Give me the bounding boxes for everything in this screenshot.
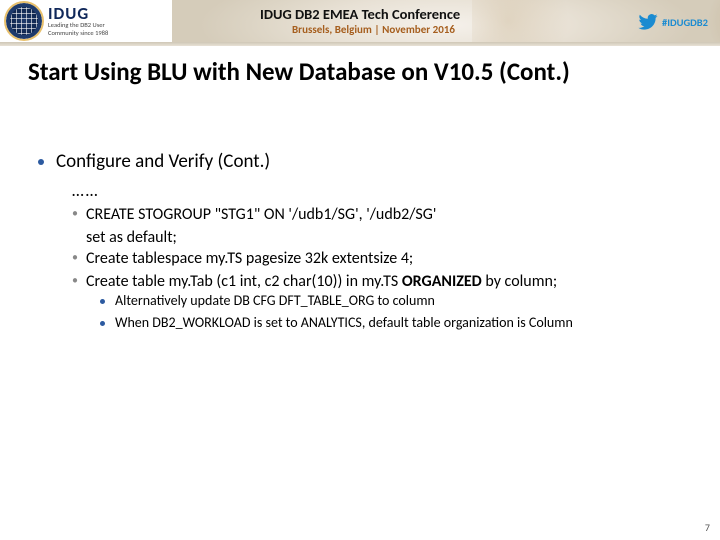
bullet-l1: Configure and Verify (Cont.) <box>38 150 270 173</box>
l2-list: • CREATE STOGROUP "STG1" ON '/udb1/SG', … <box>72 204 700 294</box>
conference-title: IDUG DB2 EMEA Tech Conference <box>260 5 460 23</box>
l3-item-a: Alternatively update DB CFG DFT_TABLE_OR… <box>100 292 690 311</box>
l3-list: Alternatively update DB CFG DFT_TABLE_OR… <box>100 292 690 336</box>
twitter-block: #IDUGDB2 <box>638 14 708 30</box>
l2-c-bold: ORGANIZED <box>402 272 482 291</box>
l2-a-line2: set as default; <box>86 227 700 248</box>
conference-subtitle: Brussels, Belgium | November 2016 <box>292 23 455 36</box>
l2-c-pre: Create table my.Tab (c1 int, c2 char(10)… <box>86 272 402 291</box>
ellipsis: …… <box>72 180 99 201</box>
l3-item-b: When DB2_WORKLOAD is set to ANALYTICS, d… <box>100 314 690 333</box>
bullet-icon: • <box>72 204 86 224</box>
idug-logo: IDUG Leading the DB2 User Community sinc… <box>0 0 172 42</box>
twitter-icon <box>638 14 658 30</box>
globe-icon <box>6 3 42 39</box>
bullet-icon: • <box>72 271 86 291</box>
bullet-icon: • <box>72 248 86 268</box>
slide-header: IDUG Leading the DB2 User Community sinc… <box>0 0 720 42</box>
l2-item-c: • Create table my.Tab (c1 int, c2 char(1… <box>72 271 700 292</box>
bullet-l1-text: Configure and Verify (Cont.) <box>56 150 270 173</box>
disc-icon <box>100 299 105 304</box>
l2-b-text: Create tablespace my.TS pagesize 32k ext… <box>86 248 700 269</box>
disc-icon <box>100 321 105 326</box>
disc-icon <box>38 159 44 165</box>
l2-item-a: • CREATE STOGROUP "STG1" ON '/udb1/SG', … <box>72 204 700 225</box>
idug-logo-text: IDUG <box>48 5 108 22</box>
idug-logo-tag2: Community since 1988 <box>48 30 108 37</box>
l3-b-text: When DB2_WORKLOAD is set to ANALYTICS, d… <box>115 314 573 333</box>
l2-item-b: • Create tablespace my.TS pagesize 32k e… <box>72 248 700 269</box>
l2-a-line1: CREATE STOGROUP "STG1" ON '/udb1/SG', '/… <box>86 204 700 225</box>
page-number: 7 <box>705 521 710 534</box>
l2-c-post: by column; <box>482 272 557 291</box>
twitter-hashtag: #IDUGDB2 <box>662 16 708 29</box>
l3-a-text: Alternatively update DB CFG DFT_TABLE_OR… <box>115 292 435 311</box>
header-divider <box>0 42 720 46</box>
slide-title: Start Using BLU with New Database on V10… <box>28 56 570 87</box>
